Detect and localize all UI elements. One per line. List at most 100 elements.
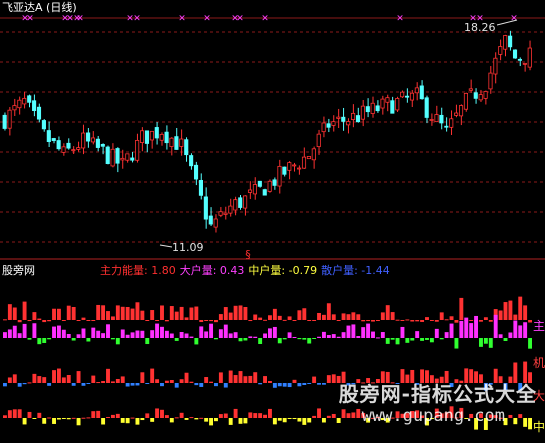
- indicator-row-main: [3, 296, 532, 323]
- candle-body: [140, 130, 145, 143]
- indicator-bar: [287, 316, 292, 320]
- indicator-bar: [47, 383, 52, 386]
- candle-body: [71, 149, 76, 152]
- indicator-bar: [209, 323, 214, 338]
- indicator-bar: [150, 310, 155, 320]
- indicator-bar: [331, 413, 336, 418]
- indicator-bar: [155, 408, 160, 418]
- indicator-bar: [120, 376, 125, 383]
- candle-body: [351, 112, 356, 120]
- candle: [326, 118, 331, 133]
- indicator-bar: [361, 320, 366, 322]
- candle: [105, 145, 110, 165]
- candle-body: [395, 98, 400, 111]
- candle-body: [149, 130, 154, 141]
- candle: [527, 40, 532, 71]
- indicator-bar: [415, 320, 420, 322]
- indicator-bar: [199, 320, 204, 323]
- indicator-bar: [410, 338, 415, 341]
- candle: [297, 165, 302, 175]
- indicator-bar: [297, 383, 302, 387]
- candle-body: [252, 184, 257, 195]
- indicator-bar: [272, 326, 277, 338]
- candle: [2, 112, 7, 131]
- indicator-bar: [277, 418, 282, 421]
- indicator-bar: [346, 413, 351, 418]
- candle-body: [262, 189, 267, 196]
- indicator-bar: [434, 320, 439, 322]
- indicator-bar: [498, 334, 503, 338]
- watermark-url: www.gupang.com: [361, 406, 505, 426]
- indicator-bar: [27, 382, 32, 384]
- indicator-bar: [312, 320, 317, 321]
- candle: [508, 30, 513, 51]
- indicator-bar: [268, 380, 272, 383]
- candle-body: [287, 162, 292, 171]
- candle: [463, 92, 469, 112]
- candle-body: [267, 180, 272, 192]
- candle-body: [390, 100, 395, 114]
- indicator-bar: [76, 371, 81, 383]
- indicator-bar: [22, 301, 27, 320]
- indicator-bar: [37, 412, 42, 418]
- candle: [434, 105, 439, 123]
- candle: [228, 198, 233, 217]
- candle-body: [306, 156, 311, 160]
- indicator-bar: [12, 409, 17, 418]
- candle-body: [365, 106, 370, 113]
- indicator-bar: [292, 379, 297, 383]
- candle: [36, 103, 42, 123]
- indicator-bar: [238, 305, 243, 320]
- candle: [154, 121, 159, 145]
- indicator-bar: [508, 332, 513, 338]
- indicator-bar: [218, 314, 223, 320]
- indicator-bar: [488, 320, 493, 322]
- candle: [71, 146, 76, 154]
- star-marker: ✕: [261, 14, 269, 24]
- indicator-bar: [415, 331, 420, 338]
- indicator-bar: [204, 331, 209, 338]
- indicator-bar: [233, 332, 238, 338]
- indicator-bar: [194, 383, 199, 386]
- indicator-bar: [214, 418, 218, 422]
- candle-body: [370, 102, 375, 114]
- indicator-bar: [518, 414, 523, 418]
- indicator-bar: [454, 320, 459, 323]
- indicator-bar: [194, 306, 199, 320]
- indicator-bar: [272, 308, 277, 320]
- indicator-bar: [528, 338, 532, 349]
- indicator-bar: [263, 333, 267, 338]
- indicator-bar: [150, 330, 155, 338]
- indicator-bar: [356, 314, 361, 320]
- star-marker: ✕: [203, 14, 211, 24]
- indicator-bar: [263, 376, 267, 383]
- candle-body: [488, 72, 493, 90]
- indicator-bar: [228, 370, 233, 383]
- candle: [365, 98, 370, 118]
- indicator-bar: [42, 320, 47, 323]
- indicator-bar: [297, 418, 302, 422]
- candle: [473, 88, 478, 104]
- indicator-bar: [52, 308, 56, 320]
- indicator-bar: [61, 377, 66, 383]
- chart-canvas[interactable]: ✕✕ ✕✕ ✕✕ ✕ ✕ ✕ ✕ ✕✕ ✕ ✕ ✕ ✕ ✕ 18.2611.09§: [0, 0, 545, 443]
- candle: [189, 153, 194, 170]
- indicator-bar: [194, 418, 199, 420]
- candle-body: [478, 94, 483, 101]
- signal-glyph: §: [245, 248, 251, 261]
- indicator-bar: [326, 335, 331, 338]
- indicator-bar: [380, 332, 385, 338]
- indicator-bar: [56, 325, 61, 338]
- indicator-bar: [125, 307, 130, 320]
- candle: [140, 127, 145, 152]
- side-label: 机: [532, 356, 545, 370]
- legend-item: 主力能量: 1.80: [100, 264, 176, 277]
- candle: [419, 80, 424, 100]
- indicator-bar: [268, 408, 272, 418]
- candle-body: [444, 125, 449, 128]
- candle-body: [346, 121, 351, 126]
- candlestick-series[interactable]: [2, 30, 532, 233]
- indicator-bar: [253, 314, 258, 320]
- candle-body: [32, 100, 37, 111]
- candle-body: [405, 95, 410, 98]
